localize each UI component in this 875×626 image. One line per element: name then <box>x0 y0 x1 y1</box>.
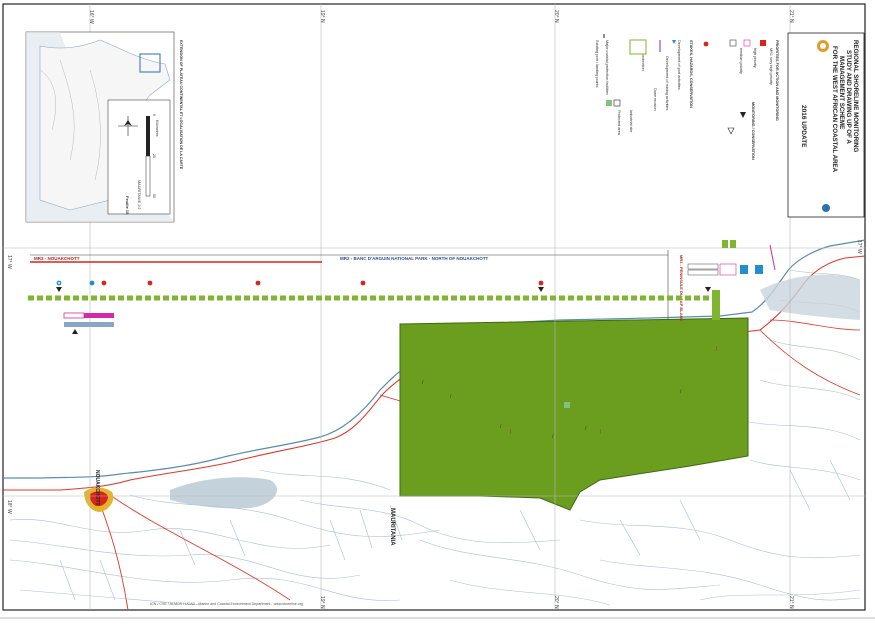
legend-priority-1: MR1 very high priority <box>769 48 773 85</box>
legend-heading-stakes: STAKES, HAZARDS, CONSERVATION <box>689 40 693 108</box>
credits: IGN / CSE / ALMCS / UCAD - Marine and Co… <box>150 602 303 606</box>
grid-label-top-2: 19° N <box>319 10 325 23</box>
grid-label-bottom-1: 19° N <box>319 596 325 609</box>
sheet-number: Feuille 15 <box>125 196 130 215</box>
legend-item-protected: Protected area <box>617 110 621 136</box>
title-line-1: REGIONAL SHORELINE MONITORING <box>852 40 859 152</box>
legend-item-erosion: Dune erosion <box>653 88 657 111</box>
legend-heading-priorities: PRIORITIES FOR ACTION AND MONITORING <box>775 40 779 121</box>
grid-label-top-3: 20° N <box>553 10 559 23</box>
sheet-label: MAURITANIE 1/2 <box>137 180 141 209</box>
legend-priority-3: medium priority <box>739 48 743 74</box>
scale-value-0: 0 <box>152 114 156 116</box>
title-line-2: STUDY AND DRAWING UP OF A <box>845 50 852 144</box>
inset-caption: EXTENSION OF PLATEAU CONTINENTAL ET LOCA… <box>179 40 183 170</box>
grid-label-right-1: 17° W <box>856 240 862 254</box>
scale-value-2: 50 <box>152 194 156 198</box>
scale-bar <box>145 116 151 197</box>
legend-item-port: Development of port activities <box>677 40 681 90</box>
legend-item-mining: Development of mining activities <box>665 56 669 111</box>
grid-label-left-1: 17° W <box>6 255 12 269</box>
legend-priority-2: high priority <box>753 48 757 68</box>
title-line-3: MANAGEMENT SCHEME <box>838 56 845 129</box>
scale-unit: Kilometres <box>155 120 159 137</box>
shoreline-map: /// /// ||| NOUAKCHOTT MAURITANIA 16° W … <box>0 3 875 619</box>
city-label: NOUAKCHOTT <box>94 470 100 506</box>
legend-item-landing: Existing port / landing points <box>595 40 599 88</box>
grid-label-bottom-2: 20° N <box>553 596 559 609</box>
svg-text:|: | <box>510 429 511 435</box>
section-label-mr1: MR1 - PENINSULE DU CAP BLANC <box>679 255 684 321</box>
section-label-mr2: MR2 - BANC D'ARGUIN NATIONAL PARK - NORT… <box>340 256 489 261</box>
country-label: MAURITANIA <box>389 508 395 546</box>
grid-label-left-2: 18° W <box>6 500 12 514</box>
svg-text:|: | <box>600 429 601 435</box>
update-label: 2016 UPDATE <box>800 105 807 148</box>
section-label-mr3: MR3 - NOUAKCHOTT <box>34 256 80 261</box>
scale-value-1: 25 <box>152 154 156 158</box>
grid-label-bottom-3: 21° N <box>788 596 794 609</box>
legend-item-facilities: Major coastal protection facilities <box>605 40 609 95</box>
inset-map: Kilometres 0 25 50 MAURITANIE 1/2 Feuill… <box>25 31 183 223</box>
grid-label-top-4: 21° N <box>788 10 794 23</box>
title-line-4: FOR THE WEST AFRICAN COASTAL AREA <box>831 46 838 173</box>
legend-item-industrial: Industrial site <box>629 110 633 132</box>
title-block: REGIONAL SHORELINE MONITORING STUDY AND … <box>787 32 865 218</box>
grid-label-top-1: 16° W <box>88 10 94 24</box>
svg-text:|: | <box>716 346 717 352</box>
partner-logo-icon <box>822 204 830 212</box>
legend-heading-monitoring: MONITORING / CONSERVATION <box>751 102 755 160</box>
